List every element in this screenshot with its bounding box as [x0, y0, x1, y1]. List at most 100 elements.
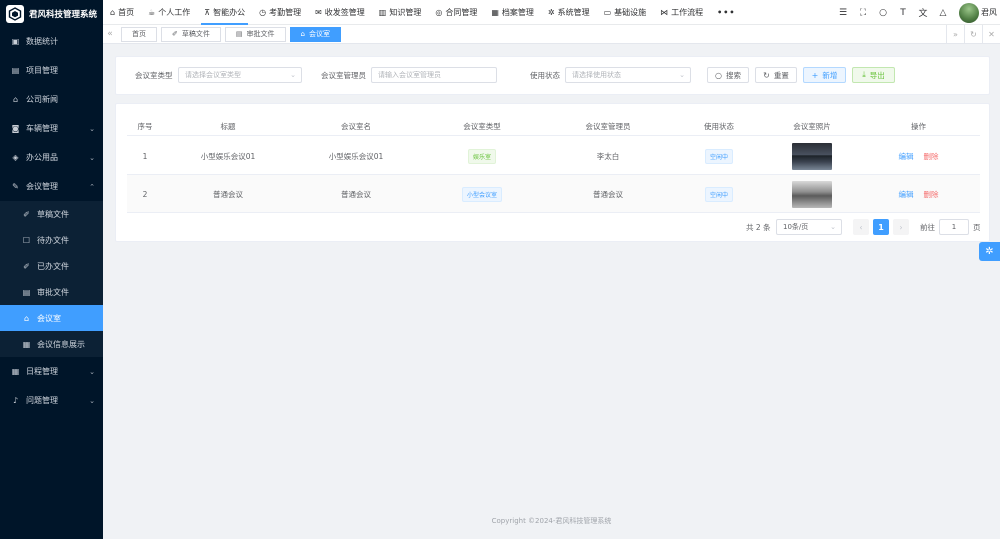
topnav-knowledge[interactable]: ▥ 知识管理	[372, 0, 429, 25]
topnav-attendance[interactable]: ◷ 考勤管理	[252, 0, 308, 25]
room-type-select[interactable]: 请选择会议室类型 ⌄	[178, 67, 302, 83]
download-icon: ⤓	[862, 70, 866, 79]
app-logo[interactable]: 君风科技管理系统	[0, 0, 103, 27]
desk-icon: ⊼	[204, 7, 211, 17]
edit-link[interactable]: 编辑	[899, 189, 914, 200]
tag-label: 草稿文件	[181, 30, 210, 38]
sidebar-item-news[interactable]: ⌂ 公司新闻	[0, 85, 103, 114]
topnav-infrastructure[interactable]: ▭ 基础设施	[597, 0, 654, 25]
edit-icon: ✐	[23, 261, 30, 271]
topnav-workflow[interactable]: ⋈ 工作流程	[653, 0, 710, 25]
avatar[interactable]	[959, 2, 979, 23]
add-button[interactable]: + 新增	[803, 67, 846, 83]
sidebar-item-vehicles[interactable]: ◙ 车辆管理 ⌄	[0, 114, 103, 143]
submenu-item-drafts[interactable]: ✐ 草稿文件	[0, 201, 103, 227]
home-icon: ⌂	[23, 313, 30, 323]
settings-gear-button[interactable]: ✲	[979, 242, 1000, 261]
document-icon: ▤	[22, 287, 31, 297]
topnav-home[interactable]: ⌂ 首页	[103, 0, 141, 25]
next-page-button[interactable]: ›	[893, 219, 909, 235]
meeting-room-photo[interactable]	[792, 142, 832, 170]
edit-box-icon: ☐	[22, 235, 31, 245]
topnav-label: 知识管理	[389, 7, 422, 17]
clock-icon: ◷	[259, 7, 267, 17]
scroll-left-icon[interactable]: «	[103, 29, 117, 39]
edit-link[interactable]: 编辑	[899, 151, 914, 162]
chevron-down-icon: ⌄	[679, 71, 685, 79]
cell-photo	[767, 137, 857, 175]
page-size-select[interactable]: 10条/页 ⌄	[776, 219, 842, 235]
sidebar-item-projects[interactable]: ▤ 项目管理	[0, 56, 103, 85]
gear-icon: ✲	[547, 7, 555, 17]
edit-icon: ✐	[23, 209, 30, 219]
search-button-label: 搜索	[725, 70, 741, 80]
fullscreen-icon[interactable]: ⛶	[853, 8, 873, 18]
font-size-icon[interactable]: T	[893, 8, 913, 18]
chevron-down-icon: ⌄	[89, 153, 95, 162]
page-size-value: 10条/页	[783, 223, 809, 231]
page-number-button[interactable]: 1	[873, 219, 889, 235]
topnav-smart-office[interactable]: ⊼ 智能办公	[197, 0, 252, 25]
sidebar: 君风科技管理系统 ▣ 数据统计 ▤ 项目管理 ⌂ 公司新闻 ◙ 车辆管理 ⌄ ◈…	[0, 0, 103, 539]
logo-icon	[6, 4, 24, 23]
column-header: 会议室管理员	[585, 121, 631, 131]
sidebar-item-issues[interactable]: ♪ 问题管理 ⌄	[0, 386, 103, 415]
translate-icon[interactable]: 文	[913, 6, 933, 19]
submenu-item-approval[interactable]: ▤ 审批文件	[0, 279, 103, 305]
username[interactable]: 君风	[981, 7, 997, 18]
meeting-room-photo[interactable]	[792, 180, 832, 208]
grid-icon: ▦	[491, 7, 499, 17]
topnav-more-button[interactable]: •••	[710, 0, 742, 25]
prev-page-button[interactable]: ‹	[853, 219, 869, 235]
sidebar-item-meetings[interactable]: ✎ 会议管理 ⌃	[0, 172, 103, 201]
goto-page-input[interactable]: 1	[939, 219, 969, 235]
submenu-item-todo[interactable]: ☐ 待办文件	[0, 227, 103, 253]
meeting-room-table: 序号 标题 会议室名 会议室类型 会议室管理员 使用状态 会议室照片 操作 1 …	[115, 103, 990, 242]
mail-icon: ✉	[315, 7, 322, 17]
add-button-label: 新增	[822, 70, 838, 80]
topnav-system[interactable]: ✲ 系统管理	[541, 0, 597, 25]
export-button-label: 导出	[869, 70, 885, 80]
notification-bell-icon[interactable]: △	[933, 8, 953, 18]
scroll-right-icon[interactable]: »	[946, 25, 964, 43]
box-icon: ◈	[12, 153, 19, 162]
tag-drafts[interactable]: ✐ 草稿文件	[161, 26, 221, 42]
topnav-mail[interactable]: ✉ 收发签管理	[308, 0, 372, 25]
submenu-item-label: 会议室	[37, 313, 61, 323]
refresh-icon[interactable]: ↻	[964, 25, 982, 43]
topnav-personal-work[interactable]: ☕ 个人工作	[141, 0, 197, 25]
manager-input[interactable]: 请输入会议室管理员	[371, 67, 497, 83]
submenu-item-done[interactable]: ✐ 已办文件	[0, 253, 103, 279]
export-button[interactable]: ⤓ 导出	[852, 67, 895, 83]
meetings-submenu: ✐ 草稿文件 ☐ 待办文件 ✐ 已办文件 ▤ 审批文件 ⌂ 会议室 ▦ 会议信息…	[0, 201, 103, 357]
topnav-archives[interactable]: ▦ 档案管理	[484, 0, 541, 25]
close-all-icon[interactable]: ✕	[982, 25, 1000, 43]
submenu-item-meeting-info[interactable]: ▦ 会议信息展示	[0, 331, 103, 357]
room-type-badge: 娱乐室	[467, 148, 496, 164]
status-select[interactable]: 请选择使用状态 ⌄	[565, 67, 691, 83]
search-icon[interactable]: ○	[873, 8, 893, 18]
reset-button[interactable]: ↻ 重置	[755, 67, 797, 83]
delete-link[interactable]: 删除	[924, 189, 939, 200]
sidebar-item-office-supplies[interactable]: ◈ 办公用品 ⌄	[0, 143, 103, 172]
tag-home[interactable]: 首页	[121, 26, 157, 42]
table-header: 序号 标题 会议室名 会议室类型 会议室管理员 使用状态 会议室照片 操作	[127, 116, 980, 136]
manager-placeholder: 请输入会议室管理员	[378, 71, 441, 79]
status-badge: 空闲中	[704, 186, 733, 202]
delete-link[interactable]: 删除	[924, 151, 939, 162]
tag-meeting-room[interactable]: ⌂ 会议室	[289, 26, 341, 42]
topnav-contracts[interactable]: ◎ 合同管理	[428, 0, 484, 25]
submenu-item-label: 会议信息展示	[37, 339, 85, 349]
cell-status: 空闲中	[671, 137, 767, 175]
topnav-label: 个人工作	[158, 7, 191, 17]
status-label: 使用状态	[530, 71, 560, 80]
copyright-footer: Copyright ©2024-君风科技管理系统	[491, 517, 612, 525]
menu-toggle-icon[interactable]: ☰	[833, 8, 853, 18]
submenu-item-meeting-room[interactable]: ⌂ 会议室	[0, 305, 103, 331]
sidebar-item-schedule[interactable]: ▦ 日程管理 ⌄	[0, 357, 103, 386]
sidebar-item-dashboard[interactable]: ▣ 数据统计	[0, 27, 103, 56]
topnav-label: 工作流程	[671, 7, 704, 17]
room-type-label: 会议室类型	[135, 71, 173, 80]
tag-approval[interactable]: ▤ 审批文件	[224, 26, 286, 42]
search-button[interactable]: ○ 搜索	[707, 67, 749, 83]
